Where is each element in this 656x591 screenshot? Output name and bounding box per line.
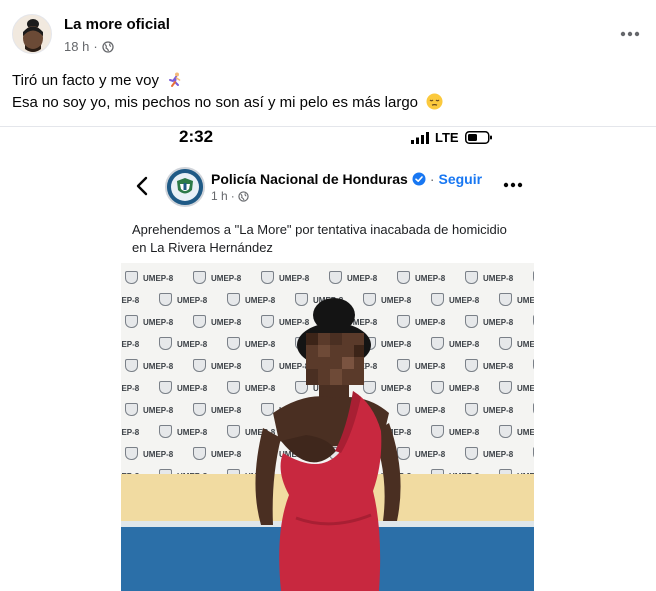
post-text-line-1: Tiró un facto y me voy bbox=[12, 70, 443, 92]
author-name[interactable]: La more oficial bbox=[64, 16, 170, 33]
page-post-options-button[interactable] bbox=[502, 177, 524, 193]
page-post-caption: Aprehendemos a "La More" por tentativa i… bbox=[132, 222, 507, 255]
battery-icon bbox=[464, 131, 492, 144]
network-type: LTE bbox=[435, 130, 459, 145]
ellipsis-icon bbox=[503, 182, 523, 188]
status-bar-time: 2:32 bbox=[179, 127, 214, 146]
post-meta: 18 h · bbox=[64, 39, 114, 54]
ellipsis-icon bbox=[620, 31, 640, 37]
globe-icon bbox=[102, 40, 114, 53]
post-photo[interactable]: UMEP-8UMEP-8UMEP-8UMEP-8UMEP-8UMEP-8UMEP… bbox=[121, 263, 534, 591]
page-post-time[interactable]: 1 h bbox=[211, 189, 228, 203]
post-header: La more oficial 18 h · bbox=[0, 0, 656, 64]
verified-badge-icon bbox=[412, 172, 426, 186]
status-bar-indicators: LTE bbox=[411, 130, 493, 145]
post-text-line-1-content: Tiró un facto y me voy bbox=[12, 72, 159, 89]
running-person-emoji bbox=[169, 72, 181, 87]
photo-subject bbox=[255, 298, 401, 591]
follow-button[interactable]: Seguir bbox=[439, 171, 483, 187]
page-post-meta: 1 h · bbox=[211, 189, 249, 203]
pensive-face-emoji bbox=[426, 93, 443, 110]
follow-separator: · bbox=[429, 171, 435, 187]
page-avatar[interactable] bbox=[165, 167, 205, 207]
post-text-line-2-content: Esa no soy yo, mis pechos no son así y m… bbox=[12, 94, 419, 111]
signal-bars-icon bbox=[411, 131, 429, 144]
page-name[interactable]: Policía Nacional de Honduras bbox=[211, 171, 408, 187]
page-meta-separator: · bbox=[230, 189, 235, 203]
back-chevron-icon[interactable] bbox=[133, 175, 153, 197]
meta-separator: · bbox=[93, 39, 98, 54]
globe-icon bbox=[238, 190, 249, 202]
page-name-row: Policía Nacional de Honduras · Seguir bbox=[211, 171, 482, 187]
shared-screenshot[interactable]: 2:32 LTE Policía Nacional de Honduras · … bbox=[121, 127, 534, 591]
author-avatar[interactable] bbox=[12, 14, 52, 54]
police-shield-logo bbox=[167, 169, 203, 205]
post-text: Tiró un facto y me voy Esa no soy yo, mi… bbox=[12, 70, 443, 114]
blurred-face bbox=[306, 333, 364, 385]
post-options-button[interactable] bbox=[618, 22, 642, 46]
avatar-image bbox=[13, 15, 51, 53]
post-text-line-2: Esa no soy yo, mis pechos no son así y m… bbox=[12, 92, 443, 114]
post-time[interactable]: 18 h bbox=[64, 39, 89, 54]
